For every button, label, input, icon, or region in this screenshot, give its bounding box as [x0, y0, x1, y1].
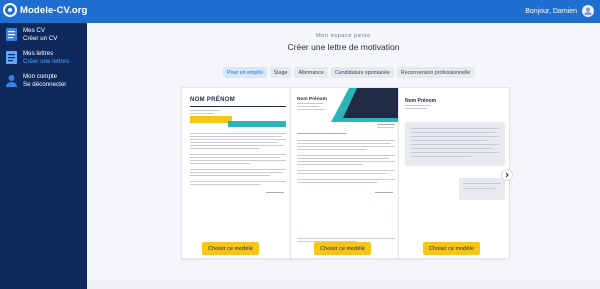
template-card-1[interactable]: NOM PRÉNOM	[181, 87, 293, 259]
user-avatar-icon[interactable]	[582, 5, 594, 17]
logo-text: Modele-CV.org	[20, 4, 88, 16]
page-title: Créer une lettre de motivation	[287, 42, 400, 52]
header-decoration	[331, 88, 401, 122]
user-icon	[4, 73, 19, 88]
tab-spontaneous[interactable]: Candidature spontanée	[330, 67, 394, 78]
sidebar-group-account: Mon compte Se déconnecter	[4, 73, 66, 88]
chevron-right-icon[interactable]	[501, 169, 513, 181]
sidebar-group-letters: Mes lettres Créer une lettres	[4, 50, 69, 65]
document-icon	[4, 27, 19, 42]
tab-alternance[interactable]: Alternance	[294, 67, 328, 78]
sidebar-title-cv[interactable]: Mes CV	[23, 27, 57, 34]
template-heading: Nom Prénom	[405, 98, 437, 104]
template-card-2[interactable]: Nom Prénom	[290, 87, 402, 259]
template-heading: NOM PRÉNOM	[190, 97, 235, 103]
sidebar-group-cv: Mes CV Créer un CV	[4, 27, 57, 42]
tab-reconversion[interactable]: Reconversion professionnelle	[396, 67, 475, 78]
category-tabs: Pour un emploi Stage Alternance Candidat…	[223, 67, 475, 78]
tab-internship[interactable]: Stage	[269, 67, 292, 78]
user-menu[interactable]: Bonjour, Damien	[525, 5, 594, 17]
template-card-3[interactable]: Nom Prénom	[398, 87, 510, 259]
circle-logo-icon	[3, 3, 17, 17]
top-bar: Modele-CV.org Bonjour, Damien	[0, 0, 600, 23]
yellow-banner	[190, 116, 232, 123]
divider	[190, 106, 286, 107]
logo[interactable]: Modele-CV.org	[3, 3, 87, 17]
tab-job[interactable]: Pour un emploi	[223, 67, 267, 78]
choose-template-button-3[interactable]: Choisir ce modèle	[423, 242, 480, 255]
horizontal-scrollbar[interactable]	[87, 280, 600, 289]
letter-icon	[4, 50, 19, 65]
sidebar-title-account[interactable]: Mon compte	[23, 73, 66, 80]
main-content: Mon espace perso Créer une lettre de mot…	[87, 23, 600, 289]
sidebar-title-letters[interactable]: Mes lettres	[23, 50, 69, 57]
user-greeting: Bonjour, Damien	[525, 7, 577, 15]
choose-template-button-2[interactable]: Choisir ce modèle	[314, 242, 371, 255]
teal-banner	[228, 121, 286, 127]
sidebar: Mes CV Créer un CV Mes lettres Créer une…	[0, 23, 87, 289]
template-heading: Nom Prénom	[297, 97, 327, 102]
page-eyebrow: Mon espace perso	[316, 33, 371, 39]
sidebar-link-logout[interactable]: Se déconnecter	[23, 81, 66, 88]
sidebar-link-create-letter[interactable]: Créer une lettres	[23, 58, 69, 65]
sidebar-link-create-cv[interactable]: Créer un CV	[23, 35, 57, 42]
choose-template-button-1[interactable]: Choisir ce modèle	[202, 242, 259, 255]
